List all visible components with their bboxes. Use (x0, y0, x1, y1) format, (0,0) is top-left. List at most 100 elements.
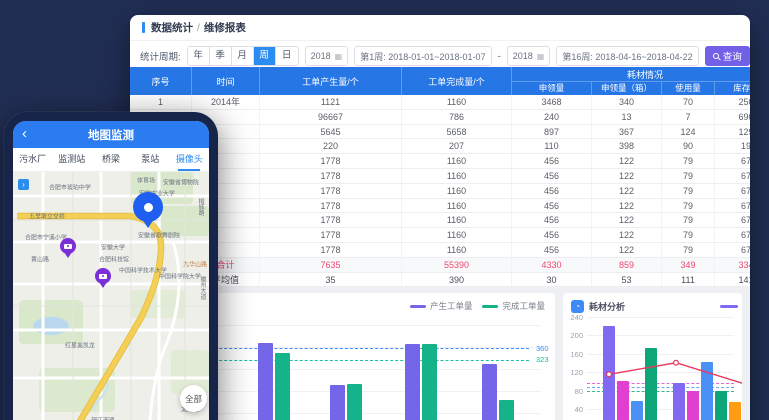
table-row: 56455658897367124129 (130, 125, 750, 140)
tab-污水厂[interactable]: 污水厂 (13, 148, 52, 171)
map-label: 红星美凯龙 (65, 340, 95, 349)
bar-完成工单量 (422, 344, 437, 420)
bar-产生工单量 (482, 364, 497, 420)
table-cell: 456 (512, 213, 592, 228)
table-cell: 67 (715, 154, 750, 169)
back-icon[interactable]: ‹ (22, 121, 27, 148)
pie-chart-icon: ◔ (571, 300, 584, 313)
map-label: 徽州大道 (197, 276, 206, 300)
bar-产生工单量 (405, 344, 420, 420)
table-cell: 129 (715, 125, 750, 140)
show-all-button[interactable]: 全部 (180, 385, 207, 412)
phone-page-title: 地图监测 (88, 127, 134, 143)
start-week-value: 第1周: 2018-01-01~2018-01-07 (360, 50, 485, 63)
tab-摄像头[interactable]: 摄像头 (170, 148, 209, 171)
segment-年[interactable]: 年 (188, 47, 210, 65)
bar-完成工单量 (275, 353, 290, 420)
table-cell: 3468 (512, 95, 592, 110)
start-week-input[interactable]: 第1周: 2018-01-01~2018-01-07 (354, 46, 491, 66)
map-view[interactable]: 合肥市琥珀中学体育场安徽农业大学安徽省博物院五里墩立交桥桐城路合肥市宁溪小学黄山… (13, 172, 209, 420)
tab-泵站[interactable]: 泵站 (131, 148, 170, 171)
map-label: 安徽省歌舞剧院 (138, 230, 180, 239)
table-cell: 207 (402, 139, 512, 154)
expand-icon[interactable]: › (18, 179, 29, 190)
table-cell: 79 (662, 184, 715, 199)
breadcrumb-text: 数据统计/维修报表 (151, 20, 246, 35)
table-cell: 79 (662, 154, 715, 169)
segment-季[interactable]: 季 (210, 47, 232, 65)
table-cell: 1160 (402, 95, 512, 110)
table-cell: 1160 (402, 154, 512, 169)
end-week-input[interactable]: 第16周: 2018-04-16~2018-04-22 (556, 46, 698, 66)
breadcrumb: 数据统计/维修报表 (130, 15, 750, 41)
tab-监测站[interactable]: 监测站 (52, 148, 91, 171)
query-button-label: 查询 (723, 49, 742, 63)
table-cell: 456 (512, 243, 592, 258)
camera-pin[interactable] (60, 238, 76, 254)
consumable-chart-card: ◔ 耗材分析 2402001601208040 (563, 293, 742, 420)
table-cell: 456 (512, 228, 592, 243)
table-cell: 124 (662, 125, 715, 140)
tab-桥梁[interactable]: 桥梁 (91, 148, 130, 171)
table-cell: 79 (662, 213, 715, 228)
table-cell: 4330 (512, 258, 592, 273)
table-cell: 220 (260, 139, 402, 154)
legend-item[interactable]: 产生工单量 (410, 300, 473, 312)
start-year-select[interactable]: 2018 ▦ (305, 46, 349, 66)
end-week-value: 第16周: 2018-04-16~2018-04-22 (562, 50, 692, 63)
table-cell: 90 (662, 139, 715, 154)
table-cell: 5658 (402, 125, 512, 140)
range-separator: - (498, 51, 501, 62)
table-cell: 122 (592, 184, 662, 199)
table-cell: 122 (592, 169, 662, 184)
end-year-select[interactable]: 2018 ▦ (507, 46, 551, 66)
table-cell: 7635 (260, 258, 402, 273)
consumable-chart-header: ◔ 耗材分析 (571, 300, 625, 313)
segment-日[interactable]: 日 (276, 47, 298, 65)
calendar-icon: ▦ (537, 52, 545, 61)
sub-column-header: 申领量（箱） (592, 82, 662, 95)
legend-swatch (410, 305, 426, 308)
table-cell: 390 (402, 273, 512, 288)
consumable-chart-title: 耗材分析 (589, 300, 625, 313)
table-cell: 456 (512, 184, 592, 199)
map-label: 合肥市琥珀中学 (49, 182, 91, 191)
legend-label: 完成工单量 (502, 300, 545, 312)
table-cell: 30 (512, 273, 592, 288)
table-cell: 7 (662, 110, 715, 125)
table-cell: 349 (662, 258, 715, 273)
camera-pin[interactable] (95, 268, 111, 284)
segment-月[interactable]: 月 (232, 47, 254, 65)
camera-icon (99, 274, 107, 279)
table-cell: 1121 (260, 95, 402, 110)
table-cell: 53 (592, 273, 662, 288)
table-cell: 1160 (402, 213, 512, 228)
table-cell: 141 (715, 273, 750, 288)
table-cell: 859 (592, 258, 662, 273)
table-cell: 1160 (402, 169, 512, 184)
table-cell: 67 (715, 213, 750, 228)
period-segment: 年季月周日 (187, 46, 299, 66)
legend-item[interactable]: 完成工单量 (482, 300, 545, 312)
end-year-value: 2018 (513, 51, 533, 61)
column-header-time: 时间 (192, 67, 260, 95)
table-cell: 1778 (260, 154, 402, 169)
table-row: 177811604561227967 (130, 243, 750, 258)
bar-完成工单量 (499, 400, 514, 420)
segment-周[interactable]: 周 (254, 47, 276, 65)
breadcrumb-section[interactable]: 数据统计 (151, 22, 193, 34)
phone-screen: ‹ 地图监测 污水厂监测站桥梁泵站摄像头 合肥市琥 (13, 121, 209, 420)
search-icon (713, 53, 719, 59)
table-cell: 1 (130, 95, 192, 110)
map-label: 安徽大学 (101, 242, 125, 251)
query-button[interactable]: 查询 (705, 46, 750, 66)
reference-label: 360 (536, 344, 549, 353)
table-cell: 19 (715, 139, 750, 154)
sub-column-header: 申领量 (512, 82, 592, 95)
map-label: 五里墩立交桥 (29, 211, 65, 220)
filter-bar: 统计周期: 年季月周日 2018 ▦ 第1周: 2018-01-01~2018-… (140, 45, 750, 67)
table-cell: 456 (512, 154, 592, 169)
phone-tabs: 污水厂监测站桥梁泵站摄像头 (13, 148, 209, 172)
charts-area: 产生工单量完成工单量 360323 ◔ 耗材分析 240200160120804… (130, 287, 750, 420)
selected-location-pin[interactable] (133, 192, 163, 222)
